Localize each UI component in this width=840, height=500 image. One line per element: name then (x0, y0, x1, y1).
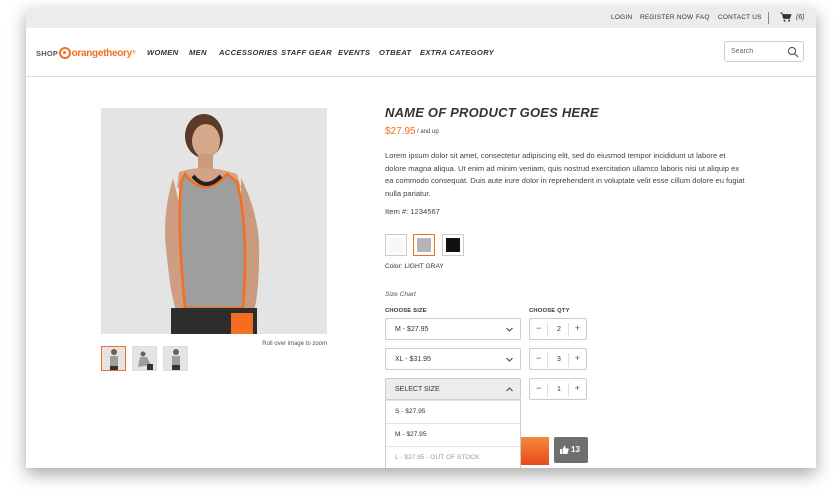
logo-name: orangetheory (71, 47, 133, 59)
divider (568, 353, 569, 367)
price-suffix: / and up (417, 129, 439, 135)
swatch-color (389, 238, 403, 252)
quantity-stepper-3[interactable]: − 1 + (529, 378, 587, 400)
registered-mark: ® (131, 50, 136, 56)
quantity-stepper-1[interactable]: − 2 + (529, 318, 587, 340)
search-box[interactable] (724, 41, 804, 62)
size-select-1[interactable]: M - $27.95 (385, 318, 521, 340)
like-count: 13 (571, 445, 580, 454)
thumbnail-image (164, 347, 187, 370)
size-option-s[interactable]: S - $27.95 (386, 400, 520, 422)
swatch-color (417, 238, 431, 252)
nav-extra-category[interactable]: EXTRA CATEGORY (420, 48, 494, 57)
thumbnail-3[interactable] (163, 346, 188, 371)
chevron-down-icon (506, 357, 513, 362)
logo-mark-icon (59, 47, 72, 59)
product-price: $27.95 (385, 126, 416, 137)
size-option-m[interactable]: M - $27.95 (386, 423, 520, 445)
page: LOGIN REGISTER NOW FAQ CONTACT US (6) SH… (26, 8, 816, 468)
size-select-value: M - $27.95 (395, 326, 429, 333)
nav-events[interactable]: EVENTS (338, 48, 370, 57)
logo-prefix: SHOP (36, 48, 59, 58)
zoom-note: Roll over image to zoom (262, 341, 327, 347)
thumbnail-2[interactable] (132, 346, 157, 371)
choose-qty-label: CHOOSE QTY (529, 308, 570, 314)
option-label: L - $27.95 - OUT OF STOCK (395, 454, 480, 461)
size-select-2[interactable]: XL - $31.95 (385, 348, 521, 370)
add-to-cart-button[interactable] (521, 437, 549, 465)
product-description: Lorem ipsum dolor sit amet, consectetur … (385, 151, 745, 198)
option-label: M - $27.95 (395, 431, 427, 438)
faq-link[interactable]: FAQ (696, 14, 710, 21)
header: SHOP orangetheory ® WOMEN MEN ACCESSORIE… (26, 28, 816, 77)
chevron-down-icon (506, 327, 513, 332)
product-main-image[interactable] (101, 108, 327, 334)
thumbnail-image (102, 347, 125, 370)
swatch-white[interactable] (385, 234, 407, 256)
thumbnail-1[interactable] (101, 346, 126, 371)
size-select-value: SELECT SIZE (395, 386, 440, 393)
utility-bar: LOGIN REGISTER NOW FAQ CONTACT US (6) (26, 8, 816, 28)
nav-men[interactable]: MEN (189, 48, 207, 57)
nav-otbeat[interactable]: OTBEAT (379, 48, 411, 57)
thumbnail-image (133, 347, 156, 370)
nav-staff-gear[interactable]: STAFF GEAR (281, 48, 332, 57)
nav-women[interactable]: WOMEN (147, 48, 178, 57)
quantity-stepper-2[interactable]: − 3 + (529, 348, 587, 370)
size-chart-link[interactable]: Size Chart (385, 291, 416, 298)
cart-icon[interactable] (780, 12, 792, 22)
login-link[interactable]: LOGIN (611, 14, 632, 21)
size-option-l[interactable]: L - $27.95 - OUT OF STOCK (386, 446, 520, 468)
increment-button[interactable]: + (575, 353, 580, 363)
logo[interactable]: SHOP orangetheory ® (36, 43, 136, 63)
increment-button[interactable]: + (575, 383, 580, 393)
color-label: Color: LIGHT GRAY (385, 263, 444, 270)
chevron-up-icon (506, 387, 513, 392)
size-select-3[interactable]: SELECT SIZE (385, 378, 521, 400)
contact-link[interactable]: CONTACT US (718, 14, 762, 21)
search-icon[interactable] (787, 46, 799, 58)
register-link[interactable]: REGISTER NOW (640, 14, 693, 21)
size-select-value: XL - $31.95 (395, 356, 431, 363)
size-dropdown-menu: S - $27.95 M - $27.95 L - $27.95 - OUT O… (385, 400, 521, 468)
option-label: S - $27.95 (395, 408, 426, 415)
increment-button[interactable]: + (575, 323, 580, 333)
cart-count[interactable]: (6) (796, 14, 805, 21)
swatch-light-gray[interactable] (413, 234, 435, 256)
like-button[interactable]: 13 (554, 437, 588, 463)
athlete-tank-top-photo (101, 108, 327, 334)
product-title: NAME OF PRODUCT GOES HERE (385, 105, 599, 120)
search-input[interactable] (731, 46, 781, 57)
divider (568, 383, 569, 397)
divider (568, 323, 569, 337)
nav-accessories[interactable]: ACCESSORIES (219, 48, 278, 57)
thumbs-up-icon (560, 445, 569, 454)
choose-size-label: CHOOSE SIZE (385, 308, 427, 314)
item-number: Item #: 1234567 (385, 207, 440, 216)
divider (768, 12, 769, 24)
swatch-black[interactable] (442, 234, 464, 256)
swatch-color (446, 238, 460, 252)
